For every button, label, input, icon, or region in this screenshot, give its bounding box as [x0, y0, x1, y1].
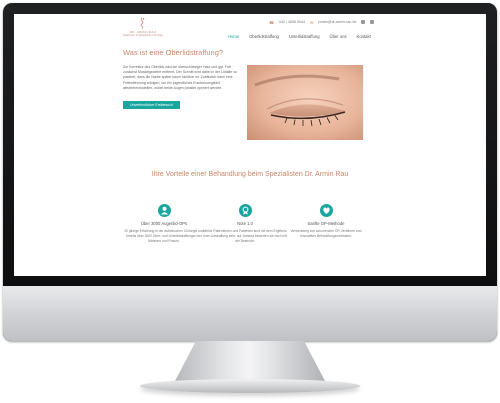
monitor-frame: DR. ARMIN RAU Plastische & Ästhetische C… — [3, 3, 497, 341]
feature-column: Über 3000 Augenlid-OPs 20 jährige Erfahr… — [121, 204, 207, 244]
monitor-stand-base — [140, 379, 360, 393]
topbar: ☎ 040 / 4656 5044 ✉ praxis@dr-armin-rau.… — [269, 18, 375, 26]
eye-photo — [247, 65, 363, 140]
monitor-stand-neck — [175, 341, 325, 381]
social-icon[interactable] — [370, 20, 375, 24]
feature-text: 20 jährige Erfahrung in der ästhetischen… — [124, 229, 204, 243]
feature-title: Note 1,0 — [237, 221, 253, 226]
logo-mark-icon — [140, 17, 145, 29]
nav-item-oberlidstraffung[interactable]: Oberlidstraffung — [249, 34, 279, 42]
topbar-phone[interactable]: 040 / 4656 5044 — [279, 20, 305, 24]
site-header: DR. ARMIN RAU Plastische & Ästhetische C… — [14, 14, 486, 44]
monitor-chin — [3, 286, 497, 341]
feature-column: Note 1,0 Meine Patientinnen und Patiente… — [202, 204, 288, 244]
logo-subtitle: Plastische & Ästhetische Chirurgie — [123, 34, 163, 37]
nav-item-kontakt[interactable]: Kontakt — [357, 34, 371, 42]
phone-icon: ☎ — [269, 19, 274, 25]
feature-text: Verwendung von schonenden OP-Verfahren u… — [290, 229, 362, 238]
mail-icon: ✉ — [309, 19, 314, 25]
feature-column: Sanfte OP-Methode Verwendung von schonen… — [283, 204, 369, 239]
hero-text: Zur Korrektur des Oberlids wird bei über… — [123, 65, 238, 90]
feature-title: Über 3000 Augenlid-OPs — [140, 221, 188, 226]
nav-item-unterlidstraffung[interactable]: Unterlidstraffung — [289, 34, 320, 42]
benefits-title: Ihre Vorteile einer Behandlung beim Spez… — [151, 171, 349, 178]
logo[interactable]: DR. ARMIN RAU Plastische & Ästhetische C… — [119, 17, 167, 39]
heart-icon — [319, 204, 333, 217]
award-icon — [238, 204, 252, 217]
hero-title: Was ist eine Oberlidstraffung? — [123, 48, 224, 57]
feature-text: Meine Patientinnen und Patienten sind mi… — [203, 229, 287, 243]
nav-item-ueber-uns[interactable]: Über uns — [330, 34, 347, 42]
main-nav: Home Oberlidstraffung Unterlidstraffung … — [228, 34, 371, 42]
topbar-email[interactable]: praxis@dr-armin-rau.de — [318, 20, 356, 24]
cta-button[interactable]: Unverbindlicher Erstbesuch — [123, 101, 180, 109]
hero-eye-image — [247, 65, 363, 140]
feature-title: Sanfte OP-Methode — [307, 221, 345, 226]
nav-item-home[interactable]: Home — [228, 34, 239, 42]
social-icon[interactable] — [361, 20, 366, 24]
website-screen: DR. ARMIN RAU Plastische & Ästhetische C… — [14, 14, 486, 276]
imac-mockup: DR. ARMIN RAU Plastische & Ästhetische C… — [0, 0, 500, 403]
person-icon — [157, 204, 171, 217]
